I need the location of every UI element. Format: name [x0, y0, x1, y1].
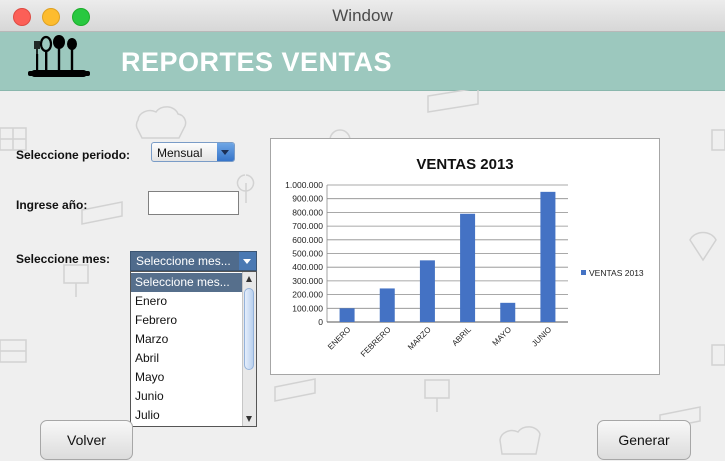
- scroll-down-arrow-icon[interactable]: [243, 413, 256, 425]
- y-tick-label: 300.000: [292, 276, 323, 286]
- kitchen-utensils-icon: [28, 35, 90, 77]
- month-option[interactable]: Mayo: [131, 368, 243, 387]
- title-bar[interactable]: Window: [0, 0, 725, 32]
- legend-label: VENTAS 2013: [589, 268, 644, 278]
- month-option[interactable]: Seleccione mes...: [131, 273, 243, 292]
- bar: [339, 308, 355, 322]
- chevron-down-icon[interactable]: [217, 143, 234, 161]
- month-combobox[interactable]: Seleccione mes...: [130, 251, 257, 271]
- back-button[interactable]: Volver: [40, 420, 133, 460]
- chart-title: VENTAS 2013: [416, 156, 513, 173]
- month-option[interactable]: Marzo: [131, 330, 243, 349]
- y-tick-label: 1.000.000: [285, 180, 323, 190]
- bar: [500, 302, 516, 322]
- scroll-up-arrow-icon[interactable]: [243, 273, 256, 285]
- month-option[interactable]: Febrero: [131, 311, 243, 330]
- month-option[interactable]: Abril: [131, 349, 243, 368]
- sales-chart-panel: VENTAS 2013 0 100.000 200.000 300.000 400.000…: [270, 138, 660, 375]
- period-combobox[interactable]: Mensual: [151, 142, 235, 162]
- period-selected-value: Mensual: [157, 146, 203, 160]
- x-tick-label: FEBRERO: [359, 325, 393, 359]
- x-tick-label: ENERO: [326, 325, 352, 351]
- bar: [460, 213, 476, 322]
- y-tick-label: 100.000: [292, 303, 323, 313]
- y-tick-label: 400.000: [292, 262, 323, 272]
- month-label: Seleccione mes:: [16, 252, 111, 266]
- month-selected-value: Seleccione mes...: [136, 254, 231, 268]
- x-tick-label: MARZO: [406, 325, 433, 352]
- y-tick-label: 0: [318, 317, 323, 327]
- legend-swatch: [581, 270, 586, 275]
- bar: [419, 260, 435, 322]
- y-tick-label: 500.000: [292, 249, 323, 259]
- dropdown-scrollbar[interactable]: [242, 272, 256, 426]
- month-option[interactable]: Junio: [131, 387, 243, 406]
- year-input[interactable]: [148, 191, 239, 215]
- chevron-down-icon[interactable]: [239, 252, 256, 270]
- y-tick-label: 900.000: [292, 194, 323, 204]
- scrollbar-thumb[interactable]: [244, 288, 254, 370]
- month-dropdown-list[interactable]: Seleccione mes... Enero Febrero Marzo Ab…: [130, 271, 257, 427]
- x-tick-label: MAYO: [491, 325, 514, 348]
- bar: [540, 191, 556, 322]
- month-option[interactable]: Enero: [131, 292, 243, 311]
- app-window: Window REPORTES VENTAS Seleccione period…: [0, 0, 725, 461]
- y-tick-label: 800.000: [292, 207, 323, 217]
- x-tick-label: ABRIL: [450, 325, 473, 348]
- period-label: Seleccione periodo:: [16, 148, 131, 162]
- month-option[interactable]: Julio: [131, 406, 243, 425]
- x-tick-label: JUNIO: [530, 325, 553, 348]
- y-tick-label: 600.000: [292, 235, 323, 245]
- y-tick-label: 200.000: [292, 290, 323, 300]
- window-title: Window: [332, 6, 393, 25]
- bar: [379, 288, 395, 322]
- sales-bar-chart: VENTAS 2013 0 100.000 200.000 300.000 400.000…: [285, 156, 644, 359]
- y-tick-label: 700.000: [292, 221, 323, 231]
- header-banner: REPORTES VENTAS: [0, 32, 725, 91]
- banner-title: REPORTES VENTAS: [121, 47, 393, 77]
- year-label: Ingrese año:: [16, 198, 88, 212]
- generate-button[interactable]: Generar: [597, 420, 691, 460]
